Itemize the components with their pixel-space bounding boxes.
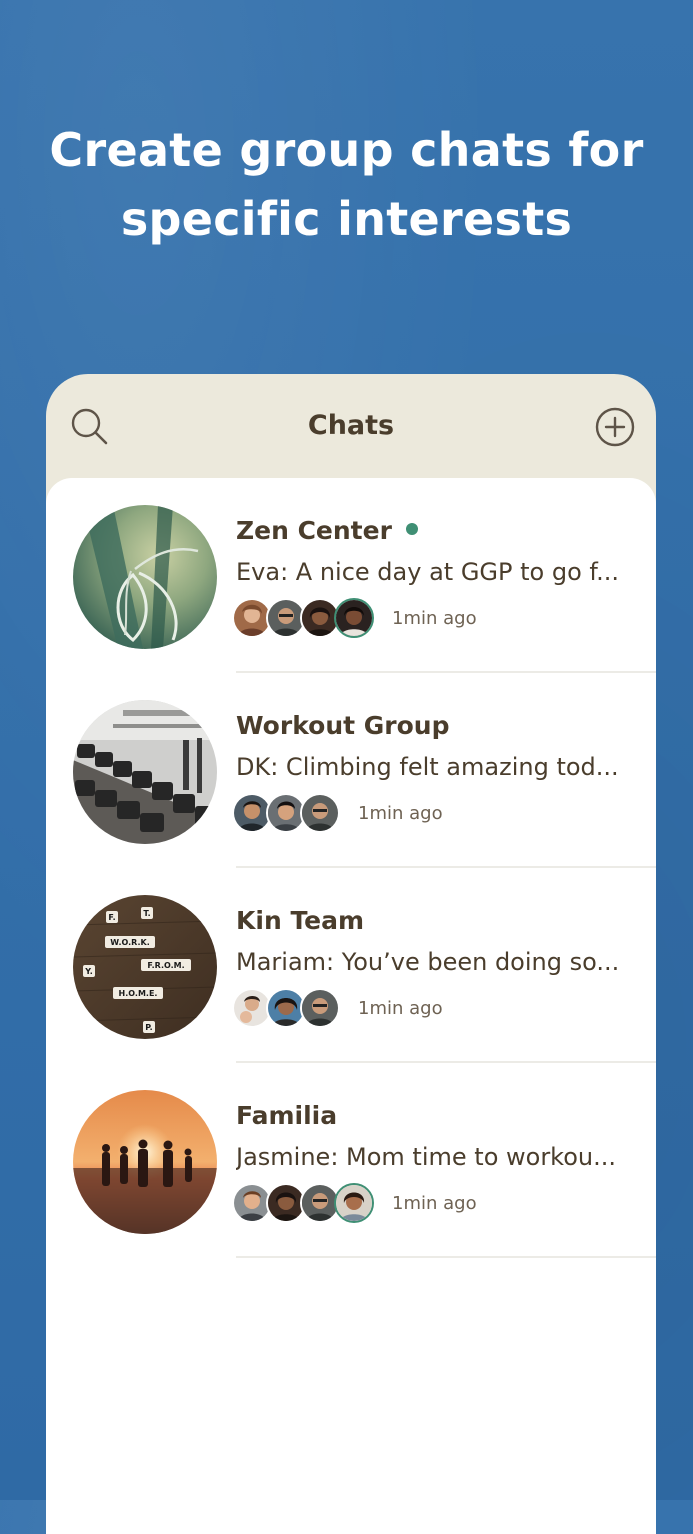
- timestamp: 1min ago: [392, 1192, 477, 1214]
- tile-word: F.: [108, 913, 115, 922]
- tile-word: H.O.M.E.: [119, 989, 158, 998]
- sunset-family-photo: [73, 1090, 217, 1234]
- chat-name: Familia: [236, 1101, 338, 1130]
- avatar: [334, 598, 374, 638]
- timestamp: 1min ago: [392, 607, 477, 629]
- chat-item-familia[interactable]: Familia Jasmine: Mom time to workou... 1…: [46, 1063, 656, 1258]
- divider: [236, 1256, 656, 1258]
- chat-item-kin-team[interactable]: W.O.R.K. F.R.O.M. H.O.M.E. F. T. Y. P. K…: [46, 868, 656, 1063]
- member-avatars: 1min ago: [232, 792, 443, 834]
- timestamp: 1min ago: [358, 802, 443, 824]
- tile-word: Y.: [84, 967, 93, 976]
- tile-word: W.O.R.K.: [110, 938, 149, 947]
- avatar: [300, 793, 340, 833]
- chat-name: Zen Center: [236, 516, 418, 545]
- plus-circle-icon[interactable]: [594, 406, 636, 448]
- headline-line-2: specific interests: [120, 192, 573, 246]
- timestamp: 1min ago: [358, 997, 443, 1019]
- tile-word: T.: [143, 909, 150, 918]
- chats-header: Chats: [46, 374, 656, 478]
- online-indicator: [405, 523, 418, 535]
- gym-dumbbells-photo: [73, 700, 217, 844]
- chat-name: Workout Group: [236, 711, 450, 740]
- page-title: Chats: [307, 410, 395, 441]
- chat-name: Kin Team: [236, 906, 365, 935]
- chat-preview: DK: Climbing felt amazing tod...: [236, 753, 619, 781]
- scrabble-tiles-photo: W.O.R.K. F.R.O.M. H.O.M.E. F. T. Y. P.: [73, 895, 217, 1039]
- chat-preview: Eva: A nice day at GGP to go f...: [236, 558, 619, 586]
- chat-item-zen-center[interactable]: Zen Center Eva: A nice day at GGP to go …: [46, 478, 656, 673]
- headline: Create group chats for specific interest…: [0, 116, 693, 254]
- member-avatars: 1min ago: [232, 987, 443, 1029]
- phone-frame: Chats Zen Center Eva: A nice day at GGP …: [46, 374, 656, 1534]
- headline-line-1: Create group chats for: [49, 123, 644, 177]
- tile-word: F.R.O.M.: [147, 961, 184, 970]
- avatar: [300, 988, 340, 1028]
- member-avatars: 1min ago: [232, 597, 477, 639]
- avatar: [334, 1183, 374, 1223]
- member-avatars: 1min ago: [232, 1182, 477, 1224]
- chat-list: Zen Center Eva: A nice day at GGP to go …: [46, 478, 656, 1534]
- chat-preview: Jasmine: Mom time to workou...: [236, 1143, 617, 1171]
- tile-word: P.: [145, 1023, 152, 1032]
- plant-photo: [73, 505, 217, 649]
- chat-preview: Mariam: You’ve been doing so...: [236, 948, 620, 976]
- chat-item-workout-group[interactable]: Workout Group DK: Climbing felt amazing …: [46, 673, 656, 868]
